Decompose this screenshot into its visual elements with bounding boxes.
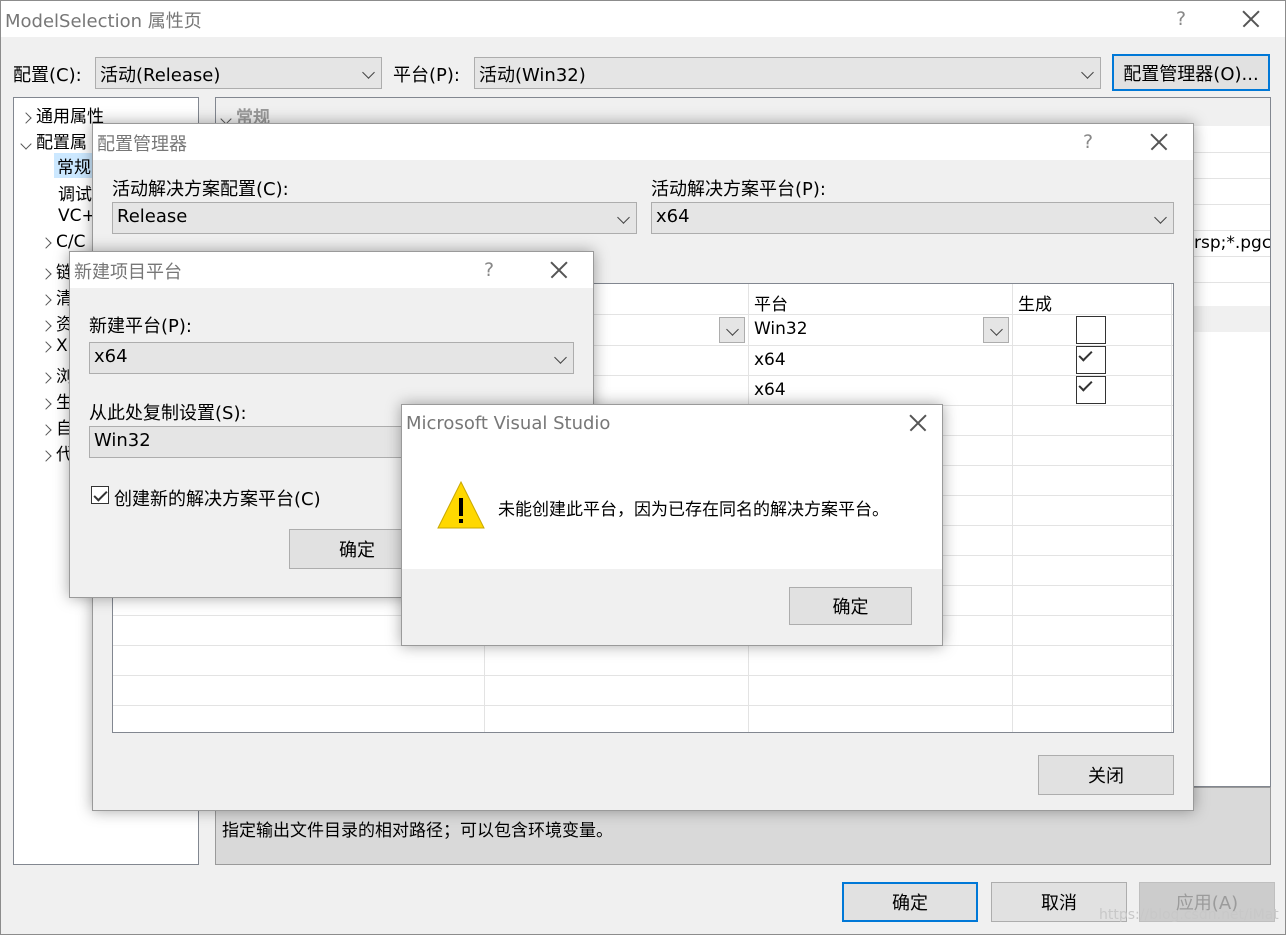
copy-from-value: Win32 <box>94 430 151 451</box>
new-platform-title: 新建项目平台 <box>74 262 182 283</box>
tree-item-vc-dirs[interactable]: VC+ <box>58 206 96 226</box>
active-platform-label: 活动解决方案平台(P): <box>651 179 826 200</box>
configuration-dropdown-button[interactable] <box>719 317 745 343</box>
description-text: 指定输出文件目录的相对路径；可以包含环境变量。 <box>222 821 613 841</box>
chevron-down-icon <box>617 211 630 224</box>
message-box-title: Microsoft Visual Studio <box>406 413 611 434</box>
config-manager-title-bar[interactable]: 配置管理器 ? <box>93 124 1193 160</box>
platform-dropdown-value: 活动(Win32) <box>479 65 586 86</box>
chevron-down-icon <box>726 323 739 336</box>
close-icon <box>1150 133 1168 151</box>
property-value-fragment: rsp;*.pgc <box>1194 233 1271 253</box>
tree-item-general[interactable]: 常规 <box>54 153 94 178</box>
close-icon <box>909 414 927 432</box>
main-title-bar[interactable]: ModelSelection 属性页 ? <box>1 1 1285 37</box>
build-checkbox[interactable] <box>1076 316 1106 344</box>
main-close-button[interactable] <box>1229 3 1273 35</box>
chevron-down-icon <box>1154 211 1167 224</box>
watermark-text: https://blog.csdn.net/iMat <box>1099 907 1279 923</box>
new-platform-label: 新建平台(P): <box>89 316 192 337</box>
active-config-label: 活动解决方案配置(C): <box>112 179 289 200</box>
copy-from-label: 从此处复制设置(S): <box>89 403 247 424</box>
chevron-right-icon <box>40 294 52 306</box>
row-platform-value: x64 <box>754 350 786 370</box>
chevron-down-icon <box>1081 66 1094 79</box>
config-manager-button[interactable]: 配置管理器(O)... <box>1112 54 1270 91</box>
chevron-right-icon <box>40 268 52 280</box>
tree-item-debug[interactable]: 调试 <box>58 180 92 205</box>
config-dropdown-value: 活动(Release) <box>100 65 221 86</box>
column-header-platform[interactable]: 平台 <box>754 290 788 315</box>
build-checkbox[interactable] <box>1076 346 1106 374</box>
chevron-right-icon <box>40 237 52 249</box>
config-dropdown[interactable]: 活动(Release) <box>95 57 382 89</box>
chevron-down-icon <box>990 323 1003 336</box>
section-header-row[interactable] <box>216 98 1270 126</box>
chevron-down-icon <box>362 66 375 79</box>
main-window-title: ModelSelection 属性页 <box>5 11 202 32</box>
chevron-right-icon <box>40 450 52 462</box>
tree-item-config[interactable]: 配置属 <box>20 128 87 153</box>
chevron-right-icon <box>40 320 52 332</box>
close-icon <box>550 261 568 279</box>
close-icon <box>1242 10 1260 28</box>
warning-icon <box>437 480 485 529</box>
new-platform-close-x[interactable] <box>537 254 581 286</box>
main-help-button[interactable]: ? <box>1159 3 1203 35</box>
new-platform-value: x64 <box>94 346 128 367</box>
tree-item-xml[interactable]: X <box>40 336 68 356</box>
message-text: 未能创建此平台，因为已存在同名的解决方案平台。 <box>498 500 889 520</box>
error-message-box: Microsoft Visual Studio 未能创建此平台，因为已存在同名的… <box>401 404 943 646</box>
config-label: 配置(C): <box>13 65 82 86</box>
create-solution-platform-checkbox[interactable] <box>91 486 109 504</box>
config-manager-help-button[interactable]: ? <box>1066 126 1110 158</box>
chevron-right-icon <box>40 372 52 384</box>
main-ok-button[interactable]: 确定 <box>842 882 978 922</box>
active-config-dropdown[interactable]: Release <box>112 202 637 234</box>
chevron-right-icon <box>40 398 52 410</box>
platform-dropdown-button[interactable] <box>983 317 1009 343</box>
tree-item-cpp[interactable]: C/C <box>40 232 85 252</box>
platform-dropdown[interactable]: 活动(Win32) <box>474 57 1101 89</box>
chevron-down-icon <box>554 351 567 364</box>
config-manager-close-button[interactable]: 关闭 <box>1038 755 1174 795</box>
message-box-ok-button[interactable]: 确定 <box>789 587 912 625</box>
new-platform-title-bar[interactable]: 新建项目平台 ? <box>70 252 593 288</box>
chevron-down-icon <box>20 138 32 150</box>
active-platform-value: x64 <box>656 206 690 227</box>
message-box-close-x[interactable] <box>896 407 940 439</box>
new-platform-dropdown[interactable]: x64 <box>89 342 574 374</box>
new-platform-help-button[interactable]: ? <box>467 254 511 286</box>
column-header-build[interactable]: 生成 <box>1018 290 1052 315</box>
active-platform-dropdown[interactable]: x64 <box>651 202 1174 234</box>
active-config-value: Release <box>117 206 188 227</box>
row-platform-value: Win32 <box>754 319 808 339</box>
config-manager-title: 配置管理器 <box>97 134 187 155</box>
create-solution-platform-label[interactable]: 创建新的解决方案平台(C) <box>114 485 321 511</box>
row-platform-value: x64 <box>754 380 786 400</box>
chevron-right-icon <box>20 112 32 124</box>
build-checkbox[interactable] <box>1076 376 1106 404</box>
chevron-right-icon <box>40 424 52 436</box>
platform-label: 平台(P): <box>393 65 460 86</box>
config-manager-close-x[interactable] <box>1137 126 1181 158</box>
chevron-right-icon <box>40 341 52 353</box>
